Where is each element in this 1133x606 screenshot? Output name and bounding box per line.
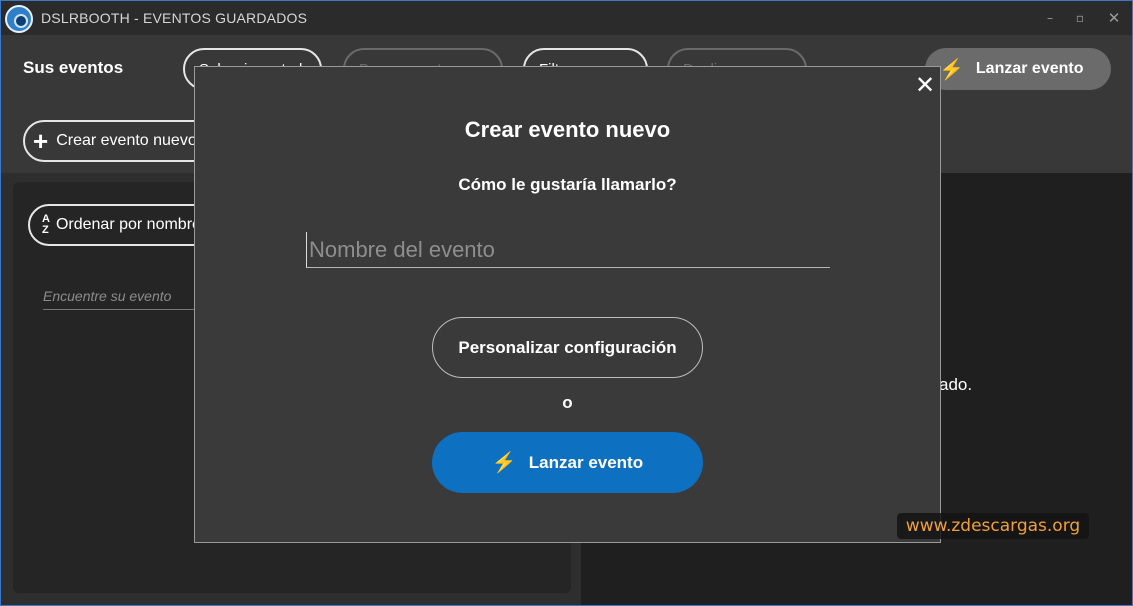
launch-event-top-button[interactable]: ⚡ Lanzar evento	[925, 48, 1111, 90]
events-heading: Sus eventos	[23, 58, 124, 77]
sort-by-name-label: Ordenar por nombre	[55, 216, 201, 233]
launch-event-top-label: Lanzar evento	[975, 60, 1084, 77]
launch-event-button[interactable]: ⚡ Lanzar evento	[432, 432, 703, 493]
customize-settings-button[interactable]: Personalizar configuración	[432, 317, 703, 378]
title-bar[interactable]: DSLRBOOTH - EVENTOS GUARDADOS – ▫ ✕	[1, 1, 1132, 35]
app-window: DSLRBOOTH - EVENTOS GUARDADOS – ▫ ✕ Sus …	[0, 0, 1133, 606]
dialog-title: Crear evento nuevo	[464, 117, 671, 142]
dialog-subtitle: Cómo le gustaría llamarlo?	[458, 175, 677, 194]
create-event-dialog: ✕ Crear evento nuevo Cómo le gustaría ll…	[194, 66, 941, 543]
lightning-icon: ⚡	[491, 452, 517, 474]
lightning-icon: ⚡	[939, 58, 964, 81]
sort-az-icon: AZ	[42, 213, 50, 236]
app-logo-icon	[5, 5, 33, 33]
event-search-input[interactable]: Encuentre su evento	[43, 288, 203, 310]
details-partial-text: ado.	[939, 375, 973, 394]
window-title: DSLRBOOTH - EVENTOS GUARDADOS	[41, 10, 308, 26]
customize-settings-label: Personalizar configuración	[458, 337, 677, 357]
minimize-button[interactable]: –	[1039, 8, 1061, 28]
maximize-button[interactable]: ▫	[1069, 8, 1091, 28]
event-name-input[interactable]	[306, 232, 830, 268]
window-close-button[interactable]: ✕	[1103, 8, 1125, 28]
dialog-close-icon[interactable]: ✕	[913, 73, 937, 97]
or-separator: o	[562, 393, 573, 412]
launch-event-label: Lanzar evento	[528, 452, 644, 472]
watermark-text: www.zdescargas.org	[897, 513, 1089, 539]
create-event-label: Crear evento nuevo	[56, 132, 197, 149]
plus-icon: +	[33, 126, 49, 156]
